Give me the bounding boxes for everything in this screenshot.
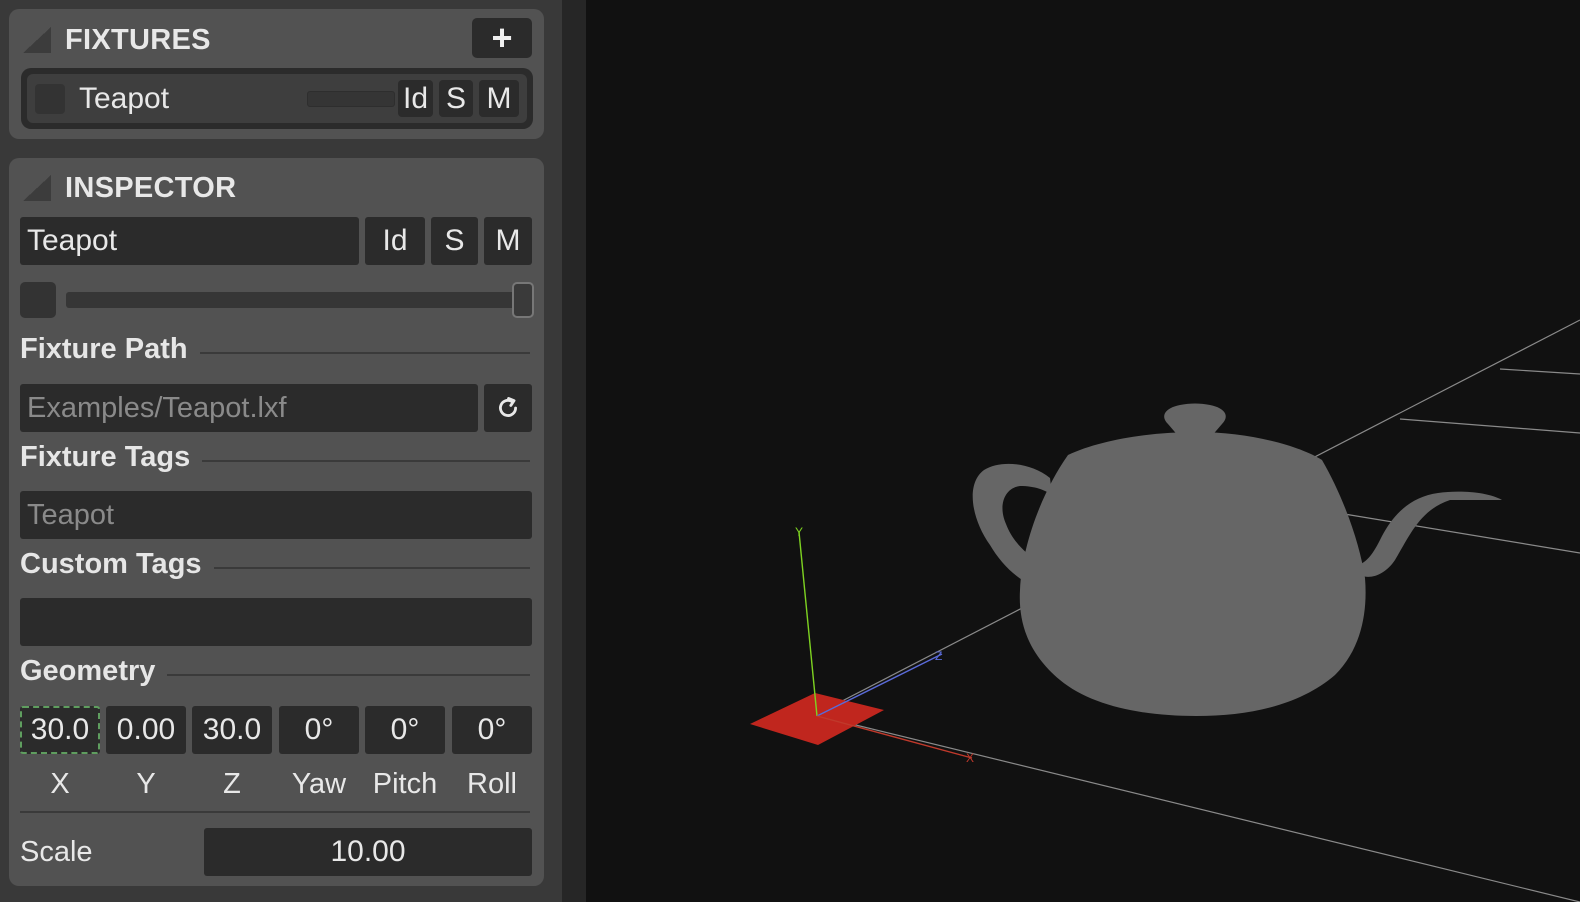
solo-toggle[interactable]: S xyxy=(431,217,478,265)
fixture-mute-toggle[interactable]: M xyxy=(479,80,519,117)
geometry-pitch-label: Pitch xyxy=(372,767,438,800)
scale-input[interactable]: 10.00 xyxy=(204,828,532,876)
geometry-label: Geometry xyxy=(20,654,156,687)
geometry-divider xyxy=(20,811,530,813)
fixture-enable-checkbox[interactable] xyxy=(35,84,65,114)
scene-canvas: Y Z X xyxy=(750,319,1580,902)
teapot-model xyxy=(972,403,1502,716)
fixture-identify-toggle[interactable]: Id xyxy=(398,80,433,117)
fixture-path-input[interactable]: Examples/Teapot.lxf xyxy=(20,384,478,432)
3d-viewport[interactable]: Y Z X xyxy=(586,0,1580,902)
inspector-panel-title: INSPECTOR xyxy=(65,171,237,204)
panel-splitter[interactable] xyxy=(562,0,586,902)
custom-tags-section: Custom Tags xyxy=(20,547,530,581)
x-axis xyxy=(816,715,973,759)
custom-tags-input[interactable] xyxy=(20,598,532,646)
geometry-pitch-input[interactable]: 0° xyxy=(365,706,445,754)
origin-marker xyxy=(750,693,884,745)
section-divider xyxy=(202,460,530,462)
add-fixture-button[interactable]: + xyxy=(472,18,532,58)
fixture-solo-toggle[interactable]: S xyxy=(439,80,473,117)
fixture-name-input[interactable]: Teapot xyxy=(20,217,359,265)
collapse-triangle-icon[interactable] xyxy=(23,175,51,201)
brightness-slider-track[interactable] xyxy=(66,282,534,318)
z-axis-label: Z xyxy=(935,649,942,663)
scale-label: Scale xyxy=(20,836,93,868)
sidebar: FIXTURES + Teapot Id S M INSPECTOR Teapo… xyxy=(0,0,562,902)
section-divider xyxy=(213,567,530,569)
identify-toggle[interactable]: Id xyxy=(365,217,425,265)
section-divider xyxy=(167,674,530,676)
y-axis-label: Y xyxy=(795,525,803,539)
geometry-y-input[interactable]: 0.00 xyxy=(106,706,186,754)
mute-toggle[interactable]: M xyxy=(484,217,532,265)
reload-fixture-button[interactable] xyxy=(484,384,532,432)
enable-checkbox[interactable] xyxy=(20,282,56,318)
geometry-x-input[interactable]: 30.0 xyxy=(20,706,100,754)
geometry-roll-label: Roll xyxy=(467,767,517,800)
fixture-path-label: Fixture Path xyxy=(20,332,188,365)
section-divider xyxy=(199,352,530,354)
fixtures-panel: FIXTURES + Teapot Id S M xyxy=(9,9,544,139)
fixtures-panel-header[interactable]: FIXTURES xyxy=(23,20,211,60)
geometry-z-label: Z xyxy=(223,767,241,800)
fixture-tags-label: Fixture Tags xyxy=(20,440,191,473)
geometry-z-input[interactable]: 30.0 xyxy=(192,706,272,754)
y-axis xyxy=(798,531,818,717)
geometry-roll-input[interactable]: 0° xyxy=(452,706,532,754)
x-axis-label: X xyxy=(966,751,974,765)
fixture-path-section: Fixture Path xyxy=(20,332,530,366)
fixture-brightness-slider[interactable] xyxy=(307,91,395,107)
inspector-panel-header[interactable]: INSPECTOR xyxy=(23,168,236,208)
geometry-section: Geometry xyxy=(20,654,530,688)
fixture-tags-section: Fixture Tags xyxy=(20,440,530,474)
collapse-triangle-icon[interactable] xyxy=(23,27,51,53)
refresh-icon xyxy=(499,397,517,417)
brightness-slider-handle[interactable] xyxy=(512,282,534,318)
fixture-list-item[interactable]: Teapot Id S M xyxy=(21,68,533,129)
geometry-yaw-input[interactable]: 0° xyxy=(279,706,359,754)
z-axis xyxy=(816,653,943,717)
geometry-x-label: X xyxy=(50,767,70,800)
fixtures-panel-title: FIXTURES xyxy=(65,23,211,56)
fixture-tags-input[interactable]: Teapot xyxy=(20,491,532,539)
geometry-y-label: Y xyxy=(136,767,156,800)
geometry-yaw-label: Yaw xyxy=(291,767,347,800)
fixture-item-name: Teapot xyxy=(79,82,170,115)
custom-tags-label: Custom Tags xyxy=(20,547,202,580)
